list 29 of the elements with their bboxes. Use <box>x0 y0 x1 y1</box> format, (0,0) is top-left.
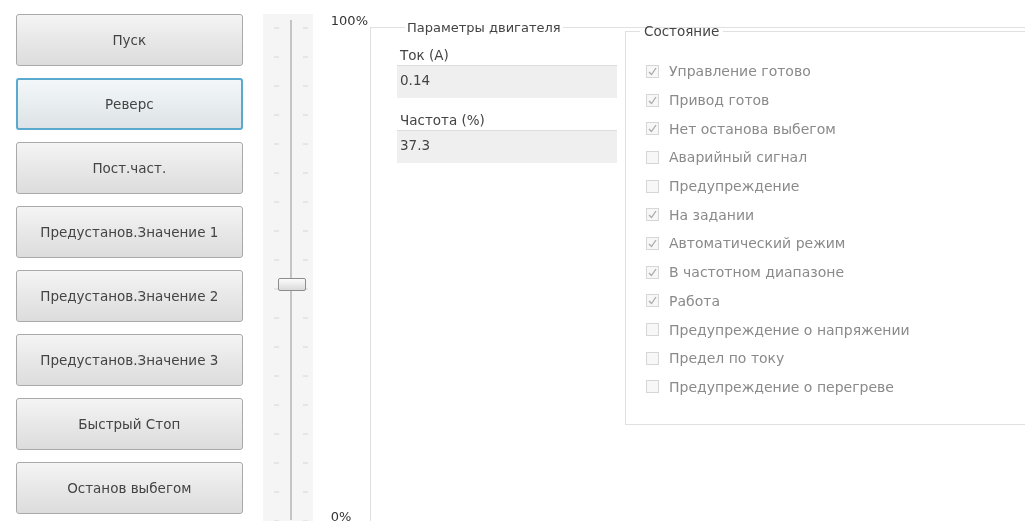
command-button[interactable]: Пост.част. <box>16 142 243 194</box>
max-label: 100% <box>330 13 368 28</box>
readout-field: 0.14 <box>397 65 617 98</box>
checkbox-label: Управление готово <box>669 63 811 80</box>
command-button[interactable]: Предустанов.Значение 3 <box>16 334 243 386</box>
readout-field: 37.3 <box>397 130 617 163</box>
checkbox-label: На задании <box>669 206 755 223</box>
command-button[interactable]: Быстрый Стоп <box>16 398 243 450</box>
checkbox-label: Предупреждение о напряжении <box>669 321 910 338</box>
command-button[interactable]: Пуск <box>16 14 243 66</box>
checkbox-label: Автоматический режим <box>669 235 846 252</box>
checkbox-label: Предупреждение о перегреве <box>669 378 894 395</box>
command-button[interactable]: Реверс <box>16 78 243 130</box>
slider-thumb[interactable] <box>277 277 306 291</box>
command-button[interactable]: Предустанов.Значение 1 <box>16 206 243 258</box>
checkbox-label: Нет останова выбегом <box>669 120 836 137</box>
checkbox-label: В частотном диапазоне <box>669 264 845 281</box>
field-label: Частота (%) <box>399 112 486 130</box>
checkbox-label: Предел по току <box>669 350 785 367</box>
field-label: Ток (А) <box>399 47 450 65</box>
group-title: Параметры двигателя <box>406 20 562 35</box>
checkbox-label: Работа <box>669 292 720 309</box>
group-title: Состояние <box>643 23 721 39</box>
checkbox-label: Предупреждение <box>669 178 800 195</box>
min-label: 0% <box>330 509 353 521</box>
checkbox-label: Аварийный сигнал <box>669 149 808 166</box>
command-button[interactable]: Предустанов.Значение 2 <box>16 270 243 322</box>
checkbox-label: Привод готов <box>669 92 770 109</box>
command-button[interactable]: Останов выбегом <box>16 462 243 514</box>
